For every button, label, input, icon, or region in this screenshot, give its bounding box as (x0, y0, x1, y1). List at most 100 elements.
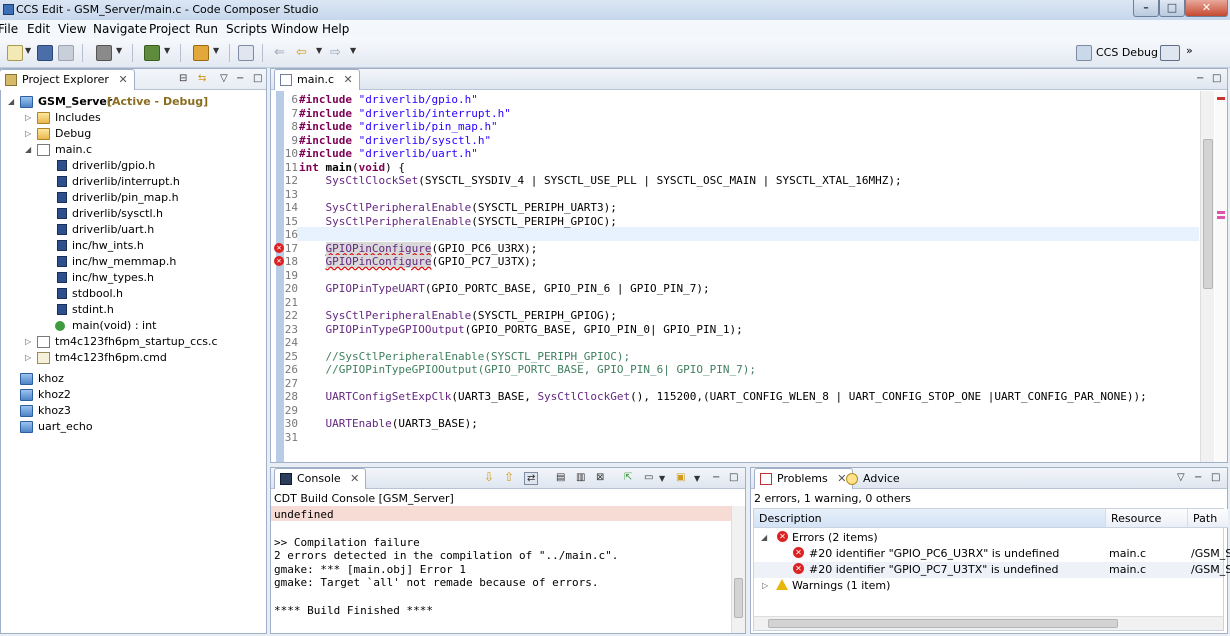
code-line[interactable]: 10 #include "driverlib/uart.h" (271, 147, 1197, 161)
code-line[interactable]: ✕ 17 GPIOPinConfigure(GPIO_PC6_U3RX); (271, 241, 1197, 256)
vertical-scrollbar[interactable] (1200, 91, 1214, 462)
terminal-icon[interactable] (238, 45, 254, 61)
code-line[interactable]: 22 SysCtlPeripheralEnable(SYSCTL_PERIPH_… (271, 309, 1197, 323)
more-perspectives-icon[interactable]: » (1186, 44, 1193, 57)
code-editor[interactable]: 6 #include "driverlib/gpio.h" 7 #include "d… (271, 91, 1227, 462)
console-output[interactable]: CDT Build Console [GSM_Server] undefined… (271, 490, 745, 633)
chevron-down-icon[interactable]: ▼ (316, 46, 322, 55)
maximize-view-icon[interactable]: □ (1212, 73, 1221, 84)
chevron-down-icon[interactable]: ▼ (25, 46, 31, 55)
scrollbar-thumb[interactable] (734, 578, 743, 618)
chevron-down-icon[interactable]: ▼ (694, 474, 700, 483)
last-edit-icon[interactable]: ⇐ (274, 45, 285, 60)
collapse-all-icon[interactable]: ⊟ (179, 73, 187, 84)
back-arrow-icon[interactable]: ⇦ (296, 45, 307, 60)
close-icon[interactable]: ✕ (350, 472, 359, 485)
code-line[interactable]: 28 UARTConfigSetExpClk(UART3_BASE, SysCt… (271, 390, 1197, 404)
code-line[interactable]: 21 (271, 296, 1197, 310)
minimize-view-icon[interactable]: − (712, 472, 720, 483)
pin-console-icon[interactable]: ⇱ (624, 472, 632, 483)
scrollbar-thumb[interactable] (768, 619, 1118, 628)
column-path[interactable]: Path (1188, 509, 1228, 528)
menu-file[interactable]: File (0, 22, 18, 36)
menu-window[interactable]: Window (271, 22, 318, 36)
minimize-button[interactable]: – (1133, 0, 1159, 17)
minimize-view-icon[interactable]: − (236, 73, 244, 84)
tab-console[interactable]: Console ✕ (274, 468, 367, 489)
code-line[interactable]: 14 SysCtlPeripheralEnable(SYSCTL_PERIPH_… (271, 201, 1197, 215)
forward-arrow-icon[interactable]: ⇨ (330, 45, 341, 60)
maximize-button[interactable]: □ (1159, 0, 1185, 17)
save-all-icon[interactable] (58, 45, 74, 61)
debug-bug-icon[interactable] (144, 45, 160, 61)
menu-navigate[interactable]: Navigate (93, 22, 147, 36)
link-editor-icon[interactable]: ⇆ (198, 73, 206, 84)
chevron-down-icon[interactable]: ▼ (213, 46, 219, 55)
code-line[interactable]: 26 //GPIOPinTypeGPIOOutput(GPIO_PORTC_BA… (271, 363, 1197, 377)
tab-problems[interactable]: Problems ✕ (754, 468, 854, 489)
code-line[interactable]: 19 (271, 269, 1197, 283)
new-file-icon[interactable] (7, 45, 23, 61)
column-description[interactable]: Description (754, 509, 1106, 528)
perspective-ccs-debug[interactable]: CCS Debug (1096, 46, 1158, 59)
code-line[interactable]: 29 (271, 404, 1197, 418)
horizontal-scrollbar[interactable] (754, 616, 1223, 630)
column-resource[interactable]: Resource (1106, 509, 1188, 528)
menu-view[interactable]: View (58, 22, 86, 36)
problems-group-errors[interactable]: ◢ ✕ Errors (2 items) (754, 530, 1223, 546)
code-line[interactable]: 25 //SysCtlPeripheralEnable(SYSCTL_PERIP… (271, 350, 1197, 364)
code-line[interactable]: ✕ 18 GPIOPinConfigure(GPIO_PC7_U3TX); (271, 255, 1197, 269)
tab-main-c[interactable]: main.c ✕ (274, 69, 360, 90)
show-console-icon[interactable]: ⇄ (524, 472, 539, 485)
display-console-icon[interactable]: ▭ (644, 472, 653, 483)
maximize-view-icon[interactable]: □ (253, 73, 262, 84)
ccs-edit-perspective-icon[interactable] (1160, 45, 1180, 61)
vertical-scrollbar[interactable] (731, 506, 745, 633)
code-line[interactable]: 13 (271, 188, 1197, 202)
chevron-down-icon[interactable]: ▼ (164, 46, 170, 55)
next-error-icon[interactable]: ⇩ (484, 470, 494, 484)
menu-run[interactable]: Run (195, 22, 218, 36)
minimize-view-icon[interactable]: − (1194, 472, 1202, 483)
code-line[interactable]: 20 GPIOPinTypeUART(GPIO_PORTC_BASE, GPIO… (271, 282, 1197, 296)
menu-scripts[interactable]: Scripts (226, 22, 267, 36)
previous-error-icon[interactable]: ⇧ (504, 470, 514, 484)
save-icon[interactable] (37, 45, 53, 61)
error-marker[interactable] (1217, 211, 1225, 214)
code-line[interactable]: 16 (271, 228, 1197, 242)
code-line[interactable]: 23 GPIOPinTypeGPIOOutput(GPIO_PORTG_BASE… (271, 323, 1197, 337)
tab-project-explorer[interactable]: Project Explorer ✕ (0, 69, 135, 90)
view-menu-icon[interactable]: ▽ (1177, 472, 1185, 483)
code-line[interactable]: 6 #include "driverlib/gpio.h" (271, 93, 1197, 107)
clear-console-icon[interactable]: ▤ (556, 472, 565, 483)
maximize-view-icon[interactable]: □ (729, 472, 738, 483)
scrollbar-thumb[interactable] (1203, 139, 1213, 289)
close-button[interactable]: ✕ (1185, 0, 1228, 17)
error-marker[interactable] (1217, 97, 1225, 100)
chevron-down-icon[interactable]: ▼ (659, 474, 665, 483)
code-line[interactable]: 12 SysCtlClockSet(SYSCTL_SYSDIV_4 | SYSC… (271, 174, 1197, 188)
new-console-icon[interactable]: ▣ (676, 472, 685, 483)
minimize-view-icon[interactable]: − (1196, 73, 1204, 84)
build-hammer-icon[interactable] (96, 45, 112, 61)
problem-row[interactable]: ✕ #20 identifier "GPIO_PC6_U3RX" is unde… (754, 546, 1230, 562)
code-line[interactable]: 9 #include "driverlib/sysctl.h" (271, 134, 1197, 148)
code-line[interactable]: 31 (271, 431, 1197, 445)
code-line[interactable]: 7 #include "driverlib/interrupt.h" (271, 107, 1197, 121)
flash-icon[interactable] (193, 45, 209, 61)
tab-advice[interactable]: Advice (840, 468, 907, 489)
code-line[interactable]: 8 #include "driverlib/pin_map.h" (271, 120, 1197, 134)
close-icon[interactable]: ✕ (118, 73, 127, 86)
menu-project[interactable]: Project (149, 22, 190, 36)
problems-group-warnings[interactable]: ▷ Warnings (1 item) (754, 578, 1223, 594)
code-line[interactable]: 27 (271, 377, 1197, 391)
ccs-debug-perspective-icon[interactable] (1076, 45, 1092, 61)
view-menu-icon[interactable]: ▽ (220, 73, 228, 84)
scroll-lock-icon[interactable]: ▥ (576, 472, 585, 483)
maximize-view-icon[interactable]: □ (1211, 472, 1220, 483)
error-marker[interactable] (1217, 216, 1225, 219)
menu-edit[interactable]: Edit (27, 22, 50, 36)
code-line[interactable]: 11 int main(void) { (271, 161, 1197, 175)
menu-help[interactable]: Help (322, 22, 349, 36)
remove-launch-icon[interactable]: ⊠ (596, 472, 604, 483)
